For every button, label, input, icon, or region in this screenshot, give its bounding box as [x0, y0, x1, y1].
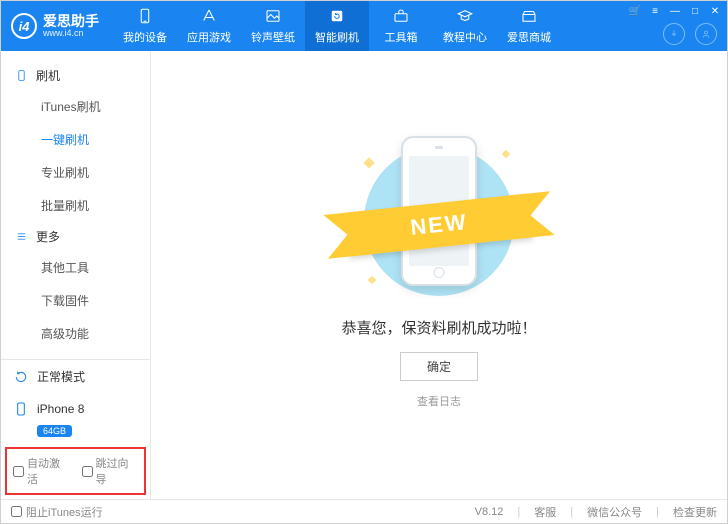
mode-selector[interactable]: 正常模式 — [1, 360, 150, 393]
version-label: V8.12 — [475, 506, 504, 518]
app-window: i4 爱思助手 www.i4.cn 我的设备 应用游戏 铃声壁纸 智能刷机 — [0, 0, 728, 524]
body: 刷机 iTunes刷机 一键刷机 专业刷机 批量刷机 更多 其他工具 下载固件 … — [1, 51, 727, 499]
block-itunes-checkbox[interactable]: 阻止iTunes运行 — [11, 504, 103, 520]
brand-site: www.i4.cn — [43, 29, 99, 38]
flash-options-highlight: 自动激活 跳过向导 — [5, 447, 146, 495]
sidebar-item-download-firmware[interactable]: 下载固件 — [1, 284, 150, 317]
store-icon — [520, 7, 538, 25]
sidebar-item-other-tools[interactable]: 其他工具 — [1, 251, 150, 284]
view-log-link[interactable]: 查看日志 — [417, 393, 461, 409]
mode-label: 正常模式 — [37, 368, 85, 385]
sidebar-group-flash[interactable]: 刷机 — [1, 61, 150, 90]
tab-label: 爱思商城 — [507, 29, 551, 45]
tab-ringtone[interactable]: 铃声壁纸 — [241, 1, 305, 51]
sidebar-group-label: 刷机 — [36, 67, 60, 84]
graduation-icon — [456, 7, 474, 25]
ok-button[interactable]: 确定 — [400, 352, 478, 381]
update-link[interactable]: 检查更新 — [673, 504, 717, 520]
list-icon — [15, 230, 28, 243]
wechat-link[interactable]: 微信公众号 — [587, 504, 642, 520]
sidebar: 刷机 iTunes刷机 一键刷机 专业刷机 批量刷机 更多 其他工具 下载固件 … — [1, 51, 151, 499]
tab-tutorial[interactable]: 教程中心 — [433, 1, 497, 51]
storage-badge: 64GB — [37, 425, 72, 437]
sidebar-group-label: 更多 — [36, 228, 60, 245]
device-selector[interactable]: iPhone 8 64GB — [1, 393, 150, 445]
support-link[interactable]: 客服 — [534, 504, 556, 520]
success-message: 恭喜您，保资料刷机成功啦！ — [341, 317, 536, 338]
close-button[interactable]: ✕ — [709, 5, 721, 17]
tab-label: 铃声壁纸 — [251, 29, 295, 45]
content: NEW 恭喜您，保资料刷机成功啦！ 确定 查看日志 — [151, 51, 727, 499]
appstore-icon — [200, 7, 218, 25]
phone-icon — [136, 7, 154, 25]
tab-label: 智能刷机 — [315, 29, 359, 45]
brand-name: 爱思助手 — [43, 14, 99, 29]
sidebar-group-more[interactable]: 更多 — [1, 222, 150, 251]
nav-tabs: 我的设备 应用游戏 铃声壁纸 智能刷机 工具箱 教程中心 — [113, 1, 561, 51]
cart-icon[interactable]: 🛒 — [629, 5, 641, 17]
refresh-icon — [13, 369, 29, 385]
maximize-button[interactable]: □ — [689, 5, 701, 17]
tab-label: 工具箱 — [385, 29, 418, 45]
sidebar-item-itunes-flash[interactable]: iTunes刷机 — [1, 90, 150, 123]
sidebar-item-pro-flash[interactable]: 专业刷机 — [1, 156, 150, 189]
tab-label: 教程中心 — [443, 29, 487, 45]
download-button[interactable] — [663, 23, 685, 45]
auto-activate-checkbox[interactable]: 自动激活 — [13, 455, 70, 487]
phone-icon — [15, 69, 28, 82]
titlebar: i4 爱思助手 www.i4.cn 我的设备 应用游戏 铃声壁纸 智能刷机 — [1, 1, 727, 51]
tab-toolbox[interactable]: 工具箱 — [369, 1, 433, 51]
tab-apps[interactable]: 应用游戏 — [177, 1, 241, 51]
window-controls: 🛒 ≡ — □ ✕ — [629, 5, 721, 17]
refresh-icon — [328, 7, 346, 25]
toolbox-icon — [392, 7, 410, 25]
tab-label: 我的设备 — [123, 29, 167, 45]
menu-icon[interactable]: ≡ — [649, 5, 661, 17]
sidebar-item-advanced[interactable]: 高级功能 — [1, 317, 150, 350]
logo: i4 爱思助手 www.i4.cn — [1, 13, 113, 39]
phone-icon — [13, 401, 29, 417]
tab-store[interactable]: 爱思商城 — [497, 1, 561, 51]
minimize-button[interactable]: — — [669, 5, 681, 17]
sidebar-item-oneclick-flash[interactable]: 一键刷机 — [1, 123, 150, 156]
tab-label: 应用游戏 — [187, 29, 231, 45]
tab-flash[interactable]: 智能刷机 — [305, 1, 369, 51]
device-name: iPhone 8 — [37, 402, 84, 416]
sidebar-item-batch-flash[interactable]: 批量刷机 — [1, 189, 150, 222]
wallpaper-icon — [264, 7, 282, 25]
title-right-buttons — [663, 23, 717, 45]
tab-device[interactable]: 我的设备 — [113, 1, 177, 51]
statusbar: 阻止iTunes运行 V8.12 | 客服 | 微信公众号 | 检查更新 — [1, 499, 727, 523]
skip-guide-checkbox[interactable]: 跳过向导 — [82, 455, 139, 487]
logo-icon: i4 — [11, 13, 37, 39]
success-illustration: NEW — [339, 131, 539, 301]
user-button[interactable] — [695, 23, 717, 45]
